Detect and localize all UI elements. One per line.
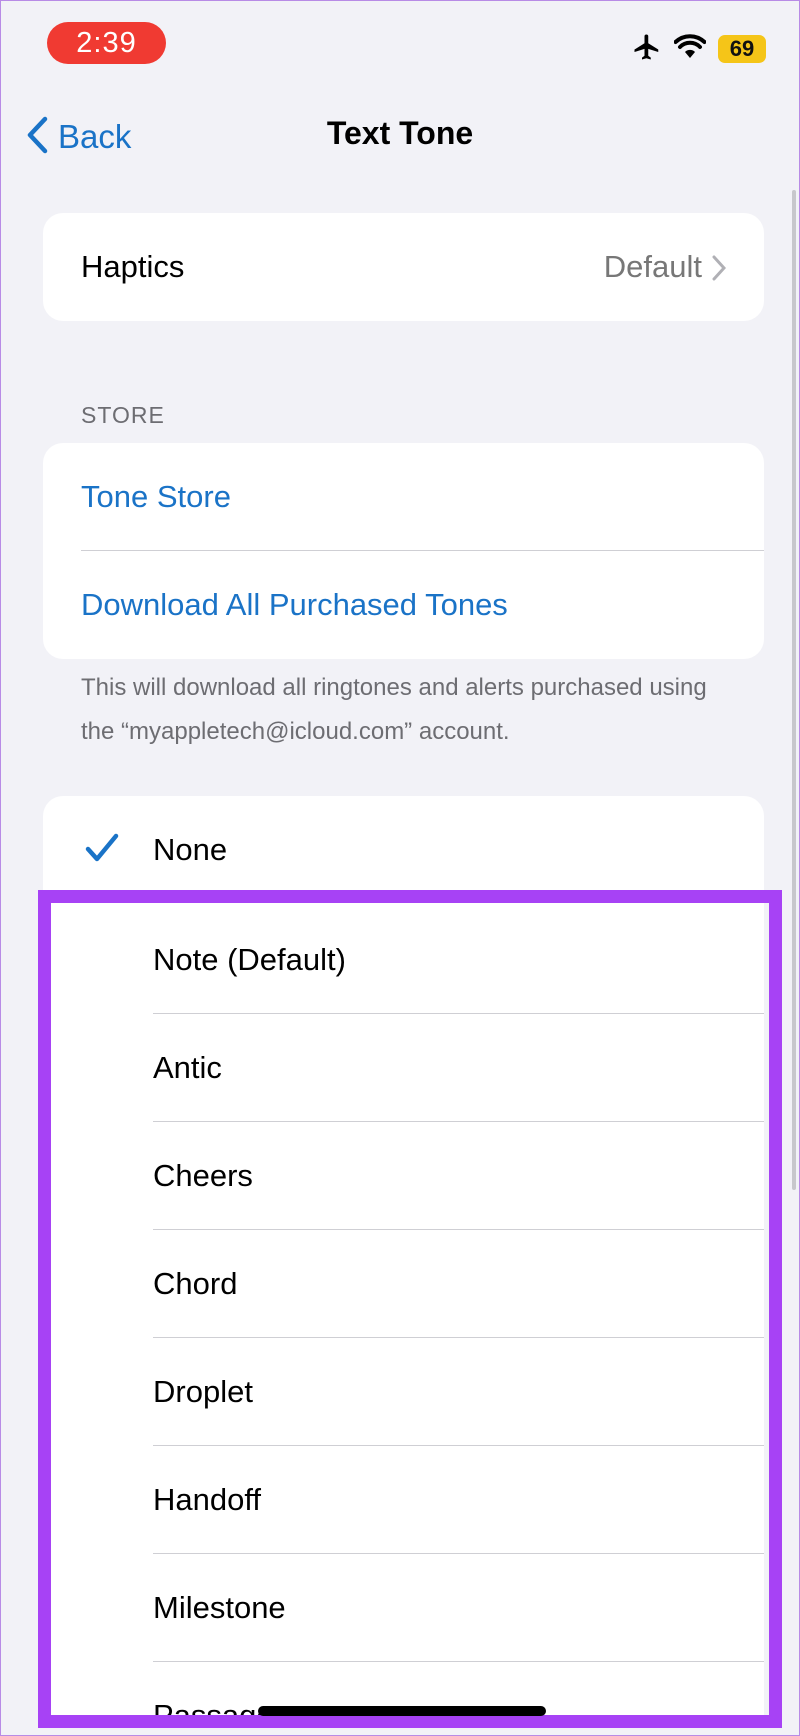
tone-label: Handoff <box>153 1482 262 1517</box>
tone-item-cheers[interactable]: Cheers <box>43 1122 764 1230</box>
store-section-header: STORE <box>81 402 165 428</box>
battery-icon: 69 <box>718 35 766 63</box>
tone-label: None <box>153 832 228 867</box>
tone-store-link[interactable]: Tone Store <box>43 443 764 551</box>
tone-label: Antic <box>153 1050 222 1085</box>
status-icons: 69 <box>632 32 766 66</box>
tone-store-label: Tone Store <box>81 479 231 514</box>
haptics-card: Haptics Default <box>43 213 764 321</box>
tone-item-milestone[interactable]: Milestone <box>43 1554 764 1662</box>
scrollbar[interactable] <box>792 190 796 1190</box>
haptics-row[interactable]: Haptics Default <box>43 213 764 321</box>
status-time: 2:39 <box>47 22 166 64</box>
tone-item-handoff[interactable]: Handoff <box>43 1446 764 1554</box>
wifi-icon <box>673 33 707 65</box>
tone-item-antic[interactable]: Antic <box>43 1014 764 1122</box>
store-card: Tone Store Download All Purchased Tones <box>43 443 764 659</box>
tone-item-none[interactable]: None <box>43 796 764 904</box>
haptics-value: Default <box>603 249 702 284</box>
tone-label: Cheers <box>153 1158 253 1193</box>
store-footer-text: This will download all ringtones and ale… <box>81 674 707 745</box>
tone-none-card: None <box>43 796 764 906</box>
haptics-label: Haptics <box>81 249 185 284</box>
tone-label: Droplet <box>153 1374 253 1409</box>
download-all-label: Download All Purchased Tones <box>81 587 508 622</box>
download-all-link[interactable]: Download All Purchased Tones <box>43 551 764 659</box>
tone-list: Note (Default) Antic Cheers Chord Drople… <box>43 906 764 1722</box>
tone-item-droplet[interactable]: Droplet <box>43 1338 764 1446</box>
chevron-right-icon <box>712 253 727 289</box>
tone-item-chord[interactable]: Chord <box>43 1230 764 1338</box>
page-title: Text Tone <box>326 115 474 151</box>
tone-item-note[interactable]: Note (Default) <box>43 906 764 1014</box>
tone-label: Milestone <box>153 1590 286 1625</box>
home-indicator[interactable] <box>258 1706 546 1716</box>
checkmark-icon <box>85 832 119 872</box>
airplane-icon <box>632 32 662 67</box>
tone-label: Chord <box>153 1266 238 1301</box>
tone-label: Note (Default) <box>153 942 346 977</box>
tone-label: Passage <box>153 1698 274 1722</box>
